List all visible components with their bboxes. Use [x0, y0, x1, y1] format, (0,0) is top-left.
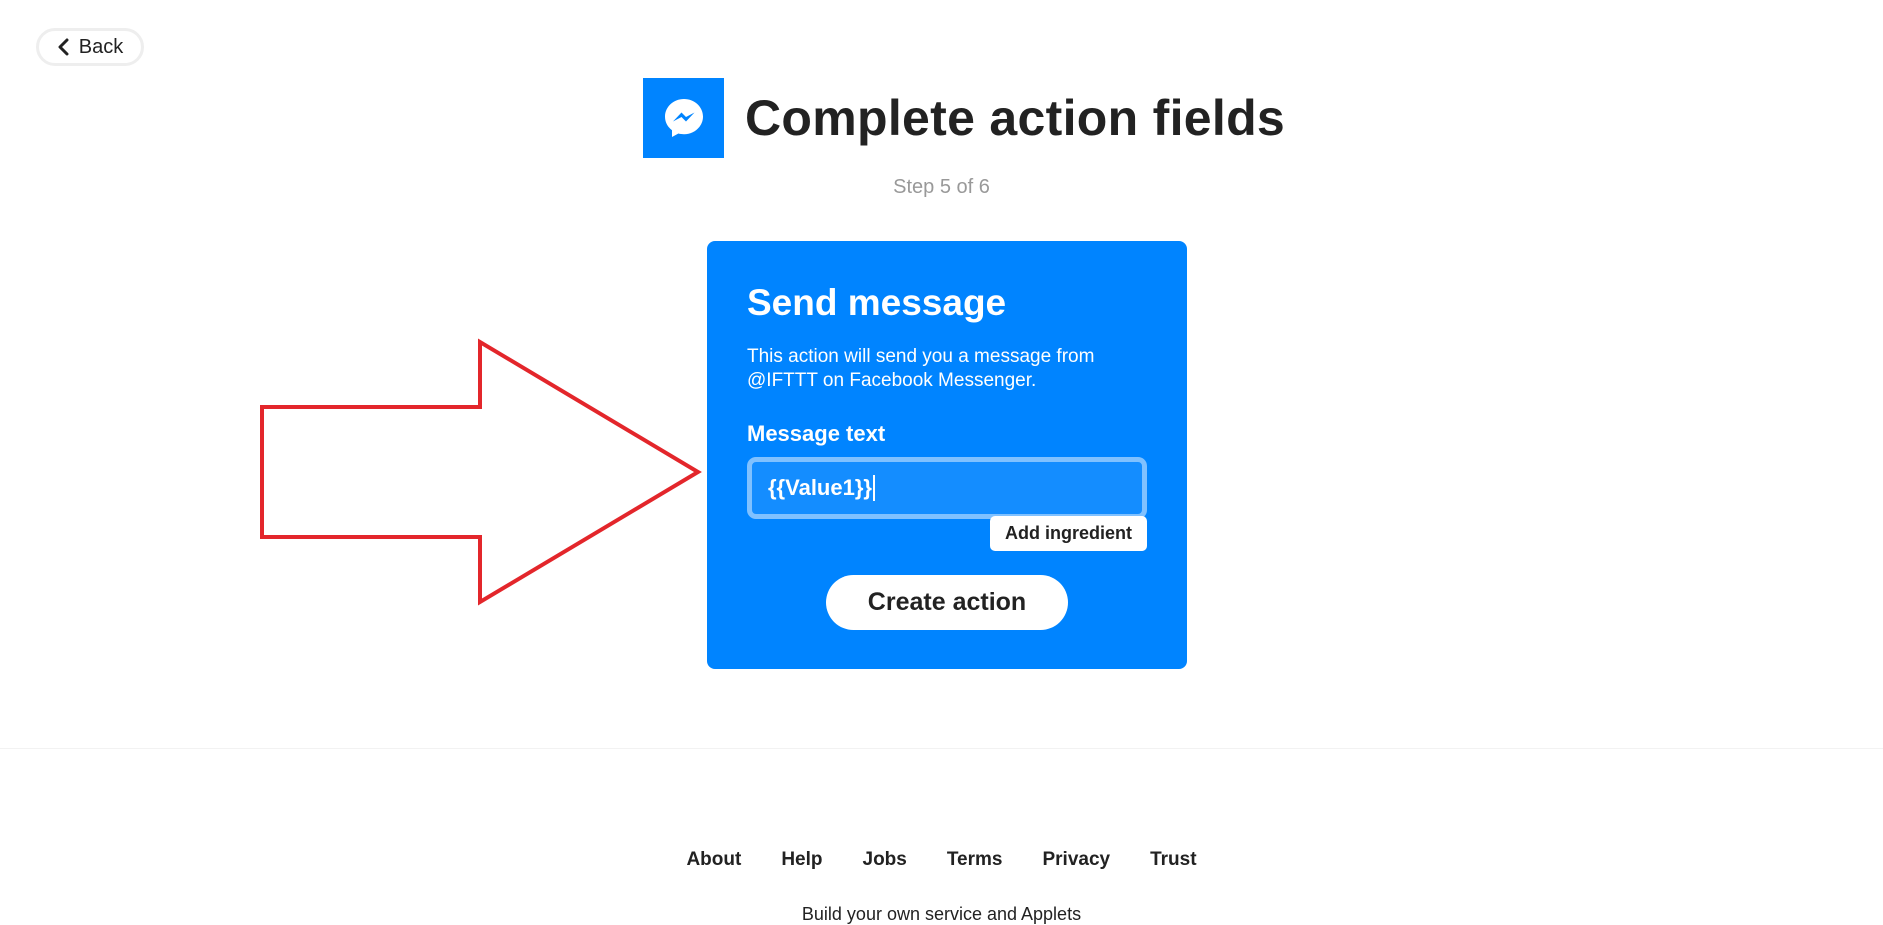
footer-tagline[interactable]: Build your own service and Applets: [0, 904, 1883, 925]
create-action-button[interactable]: Create action: [826, 575, 1068, 630]
footer-link-help[interactable]: Help: [781, 849, 822, 871]
page-title: Complete action fields: [745, 90, 1286, 146]
page-header: Complete action fields: [643, 78, 1285, 158]
footer-link-privacy[interactable]: Privacy: [1042, 849, 1110, 871]
card-description: This action will send you a message from…: [747, 346, 1095, 391]
message-text-value: {{Value1}}: [768, 475, 872, 500]
step-indicator: Step 5 of 6: [893, 176, 990, 198]
message-text-label: Message text: [747, 421, 886, 446]
footer-divider: [0, 748, 1883, 749]
messenger-icon: [643, 78, 724, 158]
text-caret: [872, 475, 875, 501]
action-card: Send message This action will send you a…: [707, 241, 1187, 669]
message-text-input[interactable]: {{Value1}}: [747, 457, 1147, 519]
footer-link-terms[interactable]: Terms: [947, 849, 1003, 871]
footer-link-trust[interactable]: Trust: [1150, 849, 1196, 871]
card-title: Send message: [747, 282, 1007, 323]
red-arrow-annotation: [260, 338, 702, 606]
page: Back Complete action fields Step 5 of 6 …: [0, 0, 1883, 925]
footer-nav: About Help Jobs Terms Privacy Trust: [0, 849, 1883, 871]
chevron-left-icon: [57, 38, 71, 56]
back-button[interactable]: Back: [36, 28, 144, 66]
footer-link-jobs[interactable]: Jobs: [863, 849, 907, 871]
footer-link-about[interactable]: About: [686, 849, 741, 871]
back-label: Back: [78, 35, 124, 58]
add-ingredient-button[interactable]: Add ingredient: [990, 516, 1147, 551]
